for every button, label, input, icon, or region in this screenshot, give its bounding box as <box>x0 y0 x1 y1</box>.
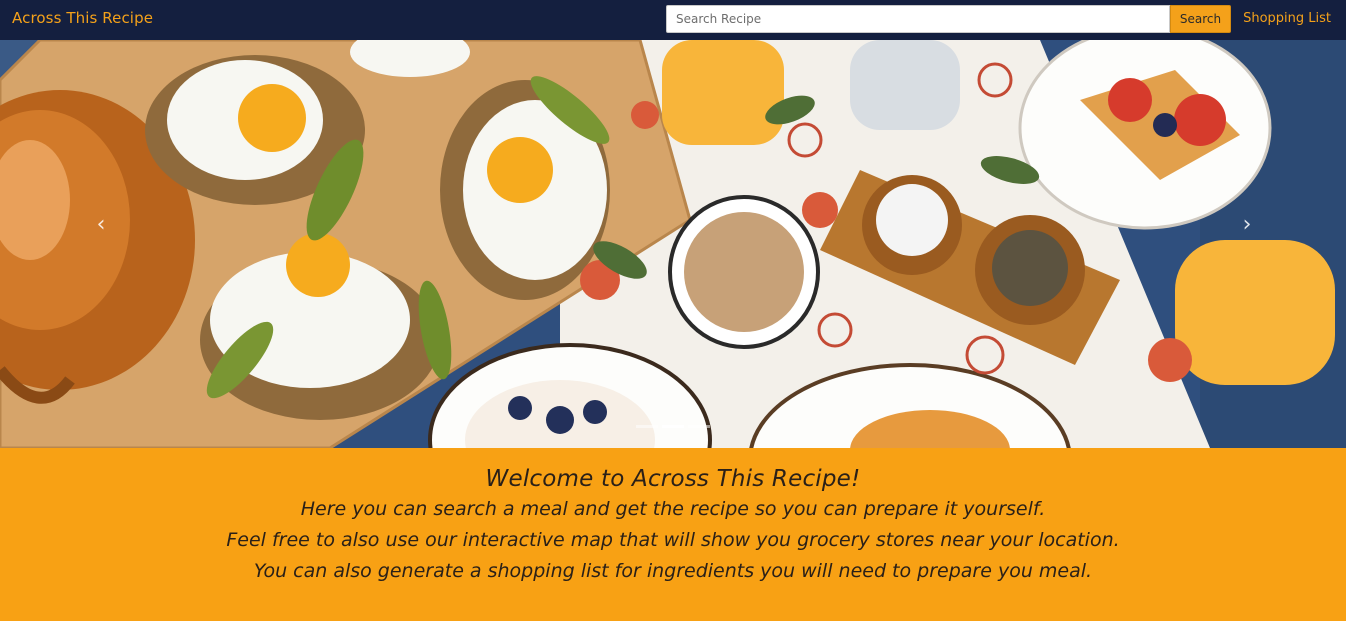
welcome-line-1: Here you can search a meal and get the r… <box>300 498 1046 520</box>
carousel-indicator-3[interactable] <box>688 425 710 428</box>
chevron-right-icon: › <box>1242 212 1252 237</box>
search-form: Search <box>666 5 1231 33</box>
carousel-indicator-1[interactable] <box>636 425 658 428</box>
welcome-title: Welcome to Across This Recipe! <box>485 466 861 492</box>
carousel-indicators <box>636 425 710 428</box>
brand-link[interactable]: Across This Recipe <box>12 9 153 27</box>
carousel-indicator-2[interactable] <box>662 425 684 428</box>
top-navbar: Across This Recipe Search Shopping List <box>0 0 1346 40</box>
chevron-left-icon: ‹ <box>96 212 106 237</box>
breakfast-table-image <box>0 40 1346 448</box>
welcome-line-3: You can also generate a shopping list fo… <box>253 560 1093 582</box>
welcome-line-2: Feel free to also use our interactive ma… <box>226 529 1120 551</box>
hero-carousel: ‹ › <box>0 40 1346 448</box>
carousel-next-control[interactable]: › <box>1234 210 1260 240</box>
welcome-banner: Welcome to Across This Recipe! Here you … <box>0 448 1346 621</box>
carousel-prev-control[interactable]: ‹ <box>88 210 114 240</box>
search-button[interactable]: Search <box>1170 5 1231 33</box>
shopping-list-link[interactable]: Shopping List <box>1243 11 1331 26</box>
search-input[interactable] <box>666 5 1170 33</box>
